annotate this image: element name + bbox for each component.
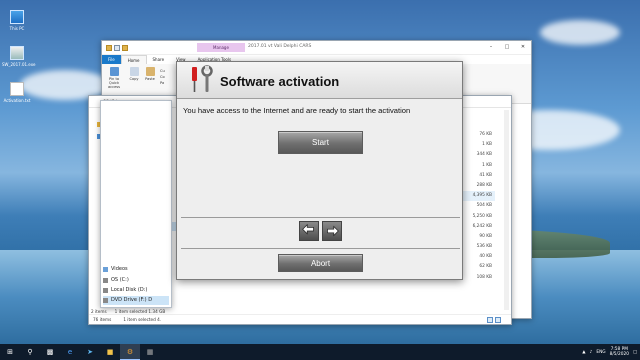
telegram-icon[interactable]: ➤ [80,344,100,360]
nested-nav-local-disk-d[interactable]: Local Disk (D:) [103,286,169,295]
desktop-icon-label: This PC [9,26,25,31]
divider [181,217,460,218]
clock[interactable]: 7:58 PM 8/5/2020 [610,347,629,357]
language-indicator[interactable]: ENG [596,350,605,355]
tab-home[interactable]: Home [120,55,147,64]
pc-icon [10,10,24,24]
status-selection: 1 item selected 1.34 GB [114,309,166,314]
title-bar [102,41,531,55]
clock-date: 8/5/2020 [609,352,629,357]
manage-context-tab[interactable]: Manage [197,43,245,52]
copy-button[interactable]: Copy [126,67,142,81]
search-icon[interactable]: ⚲ [20,344,40,360]
status-bar: 76 items 1 item selected 4. [89,314,511,324]
tools-icon [192,65,213,92]
maximize-icon[interactable]: □ [499,41,515,53]
task-view-icon[interactable]: ▩ [40,344,60,360]
back-button[interactable] [299,221,319,241]
window-title: 2017.01 vt Vali Delphi CARS [248,44,312,49]
paste-shortcut-item[interactable]: Pa [160,80,165,86]
paste-button[interactable]: Paste [142,67,158,81]
notifications-icon[interactable]: □ [633,350,637,355]
desktop-icon-installer[interactable]: SW_2017.01.exe [2,46,36,67]
large-icons-view-icon[interactable] [495,317,501,323]
nav-label: Videos [111,266,128,272]
drive-icon [103,278,108,283]
divider [181,248,460,249]
back-arrow-icon [302,223,314,235]
nav-label: Local Disk (D:) [111,287,148,293]
details-view-icon[interactable] [487,317,493,323]
start-icon[interactable]: ⊞ [0,344,20,360]
quick-access-icon[interactable] [106,44,112,51]
desktop-icon-label: Activation.txt [3,98,31,103]
taskbar: ⊞ ⚲ ▩ e ➤ ■ ⚙ ▦ ▲ ♪ ENG 7:58 PM 8/5/2020… [0,344,640,360]
vertical-scrollbar[interactable] [504,110,509,310]
drive-icon [103,288,108,293]
copy-icon [129,67,139,76]
nested-nav-videos[interactable]: Videos [103,265,169,274]
nested-nav-os-c[interactable]: OS (C:) [103,276,169,285]
dvd-icon [103,298,108,303]
status-item-count: 2 items [91,309,107,314]
videos-icon [103,267,108,272]
next-button[interactable] [322,221,342,241]
view-toggle [487,317,501,323]
explorer-window-nested[interactable]: Videos OS (C:) Local Disk (D:) DVD Drive… [100,100,172,308]
volume-icon[interactable]: ♪ [590,350,593,355]
nested-status-bar: 2 items 1 item selected 1.34 GB [91,309,165,314]
pin-icon [109,67,119,76]
nested-nav-dvd-drive[interactable]: DVD Drive (F:) D [103,296,169,305]
software-activation-dialog: Software activation You have access to t… [176,61,463,280]
start-button[interactable]: Start [278,131,363,154]
dialog-title: Software activation [220,74,340,89]
close-icon[interactable]: ✕ [515,41,531,53]
pin-label: Pin to Quick access [107,77,121,89]
system-tray: ▲ ♪ ENG 7:58 PM 8/5/2020 □ [582,344,637,360]
desktop-icon-text-file[interactable]: Activation.txt [2,82,32,103]
network-icon[interactable]: ▲ [582,350,585,355]
minimize-icon[interactable]: – [483,41,499,53]
paste-label: Paste [145,77,155,81]
forward-arrow-icon [327,225,339,237]
abort-button[interactable]: Abort [278,254,363,272]
status-item-count: 76 items [93,317,112,322]
nav-label: OS (C:) [111,277,129,283]
document-icon [10,82,24,96]
store-icon[interactable]: ▦ [140,344,160,360]
ribbon-side-items: Cu Co Pa [160,68,165,86]
status-selection: 1 item selected 4. [123,317,162,322]
pin-button[interactable]: Pin to Quick access [106,67,122,89]
tab-share[interactable]: Share [147,55,171,64]
paste-icon [145,67,155,76]
tab-file[interactable]: File [102,55,121,64]
nav-label: DVD Drive (F:) D [111,297,153,303]
new-folder-icon[interactable] [122,44,128,51]
file-explorer-icon[interactable]: ■ [100,344,120,360]
dialog-header: Software activation [177,62,462,99]
installer-icon [10,46,24,60]
dialog-message: You have access to the Internet and are … [183,106,411,115]
edge-icon[interactable]: e [60,344,80,360]
cloud [540,20,620,45]
properties-icon[interactable] [114,44,120,51]
desktop-icon-label: SW_2017.01.exe [2,62,36,67]
delphi-app-icon[interactable]: ⚙ [120,344,140,360]
copy-label: Copy [129,77,139,81]
desktop-icon-this-pc[interactable]: This PC [2,10,32,31]
window-controls: – □ ✕ [483,41,531,53]
